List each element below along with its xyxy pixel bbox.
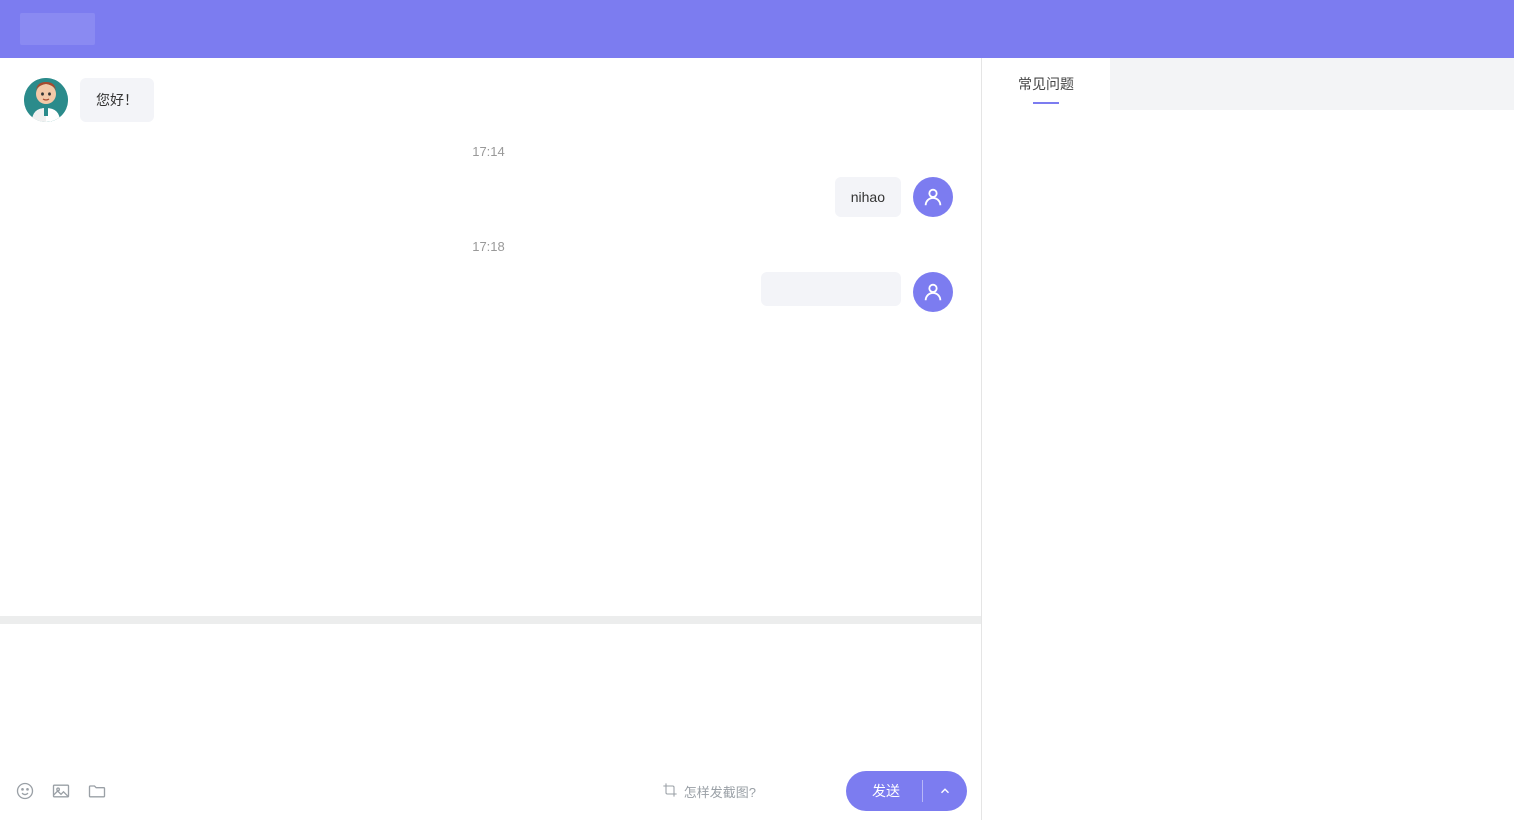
chat-input-divider — [0, 616, 981, 624]
chat-messages-scroll[interactable]: 您好！ 17:14 nihao 17:18 — [0, 58, 981, 616]
send-options-button[interactable] — [923, 784, 967, 798]
message-bubble: nihao — [835, 177, 901, 217]
send-button-label: 发送 — [846, 781, 922, 801]
tab-active-indicator — [1033, 102, 1059, 104]
user-avatar — [913, 177, 953, 217]
message-row-user: nihao — [24, 177, 953, 217]
user-avatar — [913, 272, 953, 312]
message-bubble: 您好！ — [80, 78, 154, 122]
message-bubble-redacted — [761, 272, 901, 306]
agent-avatar — [24, 78, 68, 122]
side-panel: 常见问题 — [982, 58, 1514, 820]
chat-panel: 您好！ 17:14 nihao 17:18 — [0, 58, 982, 820]
side-tabs: 常见问题 — [982, 58, 1514, 110]
input-toolbar — [14, 780, 108, 802]
send-button[interactable]: 发送 — [846, 771, 967, 811]
side-content — [982, 110, 1514, 820]
side-tabs-empty — [1110, 58, 1514, 110]
message-row-user — [24, 272, 953, 312]
app-header — [0, 0, 1514, 58]
app-logo — [20, 13, 95, 45]
screenshot-hint-button[interactable]: 怎样发截图? — [662, 782, 756, 801]
chat-input-area: 怎样发截图? 发送 — [0, 624, 981, 820]
main-container: 您好！ 17:14 nihao 17:18 — [0, 58, 1514, 820]
input-footer: 怎样发截图? 发送 — [0, 772, 981, 820]
timestamp: 17:18 — [24, 239, 953, 254]
crop-icon — [662, 782, 678, 801]
tab-faq[interactable]: 常见问题 — [982, 58, 1110, 110]
message-row-agent: 您好！ — [24, 78, 953, 122]
emoji-icon[interactable] — [14, 780, 36, 802]
tab-label: 常见问题 — [1018, 74, 1074, 94]
folder-icon[interactable] — [86, 780, 108, 802]
image-icon[interactable] — [50, 780, 72, 802]
screenshot-hint-text: 怎样发截图? — [684, 782, 756, 801]
timestamp: 17:14 — [24, 144, 953, 159]
message-text: nihao — [851, 189, 885, 205]
message-input[interactable] — [0, 624, 981, 772]
message-text: 您好！ — [96, 92, 138, 108]
